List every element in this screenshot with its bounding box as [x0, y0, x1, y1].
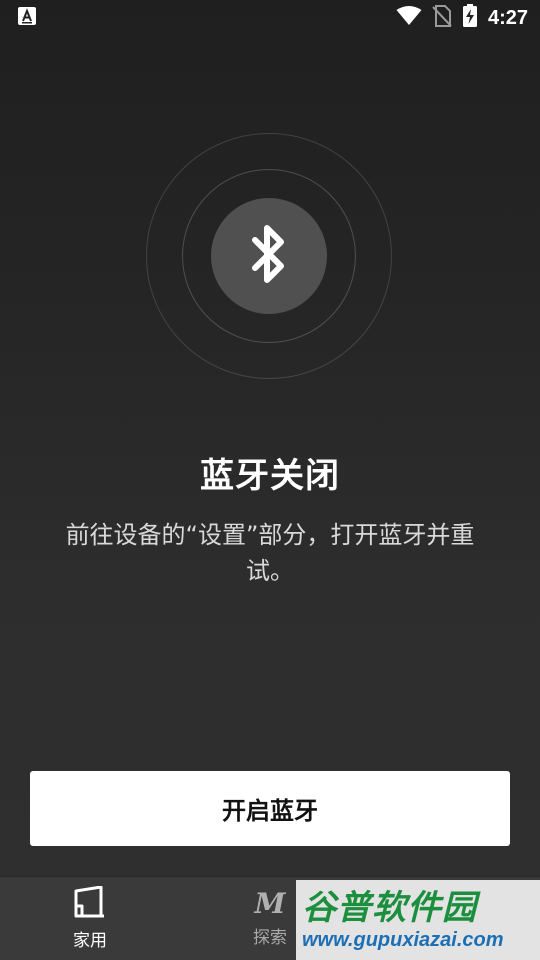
app-notification-icon — [18, 7, 36, 29]
nav-label-home: 家用 — [73, 931, 107, 951]
no-sim-icon — [432, 5, 452, 31]
bluetooth-off-description: 前往设备的“设置”部分，打开蓝牙并重试。 — [65, 521, 475, 585]
bluetooth-icon — [247, 222, 291, 290]
battery-charging-icon — [462, 4, 478, 32]
enable-bluetooth-button[interactable]: 开启蓝牙 — [30, 771, 510, 846]
explore-m-icon: M — [254, 887, 286, 920]
bluetooth-illustration — [146, 133, 392, 379]
watermark-url: www.gupuxiazai.com — [302, 929, 504, 951]
watermark-logo: 谷普软件园 www.gupuxiazai.com — [296, 880, 540, 960]
status-time: 4:27 — [487, 6, 528, 29]
nav-label-explore: 探索 — [253, 928, 287, 948]
home-icon — [73, 885, 107, 922]
watermark-main: 谷普软件园 — [302, 888, 477, 928]
status-bar: 4:27 — [0, 0, 540, 36]
wifi-icon — [396, 6, 422, 30]
bluetooth-off-title: 蓝牙关闭 — [200, 456, 340, 496]
bluetooth-core — [211, 198, 327, 314]
nav-item-home[interactable]: 家用 — [0, 877, 180, 960]
